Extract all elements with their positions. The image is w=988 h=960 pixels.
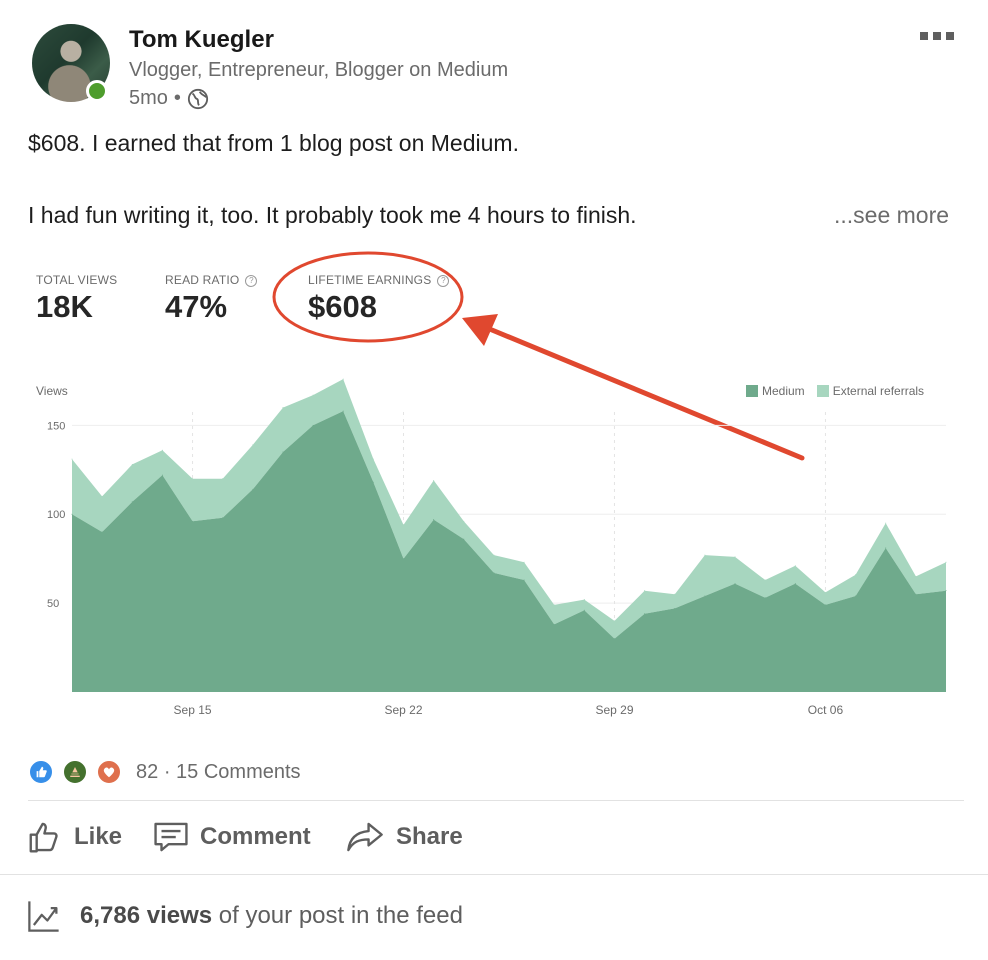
data-point [945,561,947,563]
comment-button[interactable]: Comment [152,812,311,862]
engagement-counts: 82 · 15 Comments [136,761,301,784]
data-point [704,595,706,597]
data-point [794,565,796,567]
data-point [282,407,284,409]
reactions-summary[interactable] [28,759,130,785]
data-point [433,519,435,521]
reaction-count[interactable]: 82 [136,761,158,783]
x-tick-label: Sep 29 [595,703,633,717]
data-point [553,623,555,625]
data-point [855,595,857,597]
post-analytics-link[interactable]: 6,786 views of your post in the feed [26,898,463,934]
divider [0,874,988,875]
data-point [372,458,374,460]
data-point [613,638,615,640]
data-point [915,575,917,577]
data-point [463,538,465,540]
data-point [71,458,73,460]
celebrate-reaction-icon [62,759,88,785]
data-point [764,579,766,581]
data-point [885,547,887,549]
x-tick-label: Sep 22 [384,703,422,717]
data-point [674,607,676,609]
data-point [734,583,736,585]
data-point [372,481,374,483]
data-point [131,501,133,503]
data-point [192,520,194,522]
data-point [312,394,314,396]
views-suffix: of your post in the feed [212,902,463,929]
data-point [644,613,646,615]
data-point [403,524,405,526]
data-point [855,574,857,576]
data-point [824,604,826,606]
analytics-trend-icon [28,901,59,932]
data-point [824,591,826,593]
comment-label: Comment [200,823,311,850]
data-point [282,451,284,453]
data-point [553,604,555,606]
data-point [252,444,254,446]
data-point [493,554,495,556]
divider [28,800,964,801]
like-label: Like [74,823,123,850]
like-button[interactable]: Like [26,812,122,862]
share-label: Share [396,823,463,850]
data-point [764,597,766,599]
data-point [583,599,585,601]
count-separator: · [163,761,171,783]
data-point [945,590,947,592]
data-point [674,593,676,595]
data-point [583,609,585,611]
data-point [161,449,163,451]
data-point [252,488,254,490]
x-tick-label: Oct 06 [808,703,844,717]
data-point [192,478,194,480]
y-tick-label: 50 [47,598,59,610]
data-point [403,558,405,560]
data-point [342,378,344,380]
share-icon [347,822,383,852]
area-medium [72,411,946,692]
views-area-chart: 150 100 50 Sep 15 Sep 22 Sep 29 Oct 06 [47,378,947,717]
views-text: 6,786 views of your post in the feed [80,902,463,930]
data-point [704,554,706,556]
data-point [131,463,133,465]
x-tick-label: Sep 15 [174,703,212,717]
y-tick-label: 150 [47,420,65,432]
share-button[interactable]: Share [344,812,463,862]
views-count: 6,786 views [80,902,213,929]
data-point [222,517,224,519]
data-point [312,424,314,426]
y-tick-label: 100 [47,509,65,521]
data-point [915,593,917,595]
data-point [613,620,615,622]
data-point [101,495,103,497]
thumbs-up-icon [29,822,58,853]
data-point [433,479,435,481]
data-point [644,590,646,592]
data-point [493,572,495,574]
data-point [161,474,163,476]
data-point [71,513,73,515]
like-reaction-icon [28,759,54,785]
data-point [794,583,796,585]
data-point [222,478,224,480]
comment-icon [154,822,188,852]
love-reaction-icon [96,759,122,785]
data-point [342,410,344,412]
data-point [885,522,887,524]
data-point [523,561,525,563]
data-point [734,556,736,558]
data-point [101,531,103,533]
data-point [523,579,525,581]
data-point [463,520,465,522]
comments-count[interactable]: 15 Comments [176,761,301,783]
